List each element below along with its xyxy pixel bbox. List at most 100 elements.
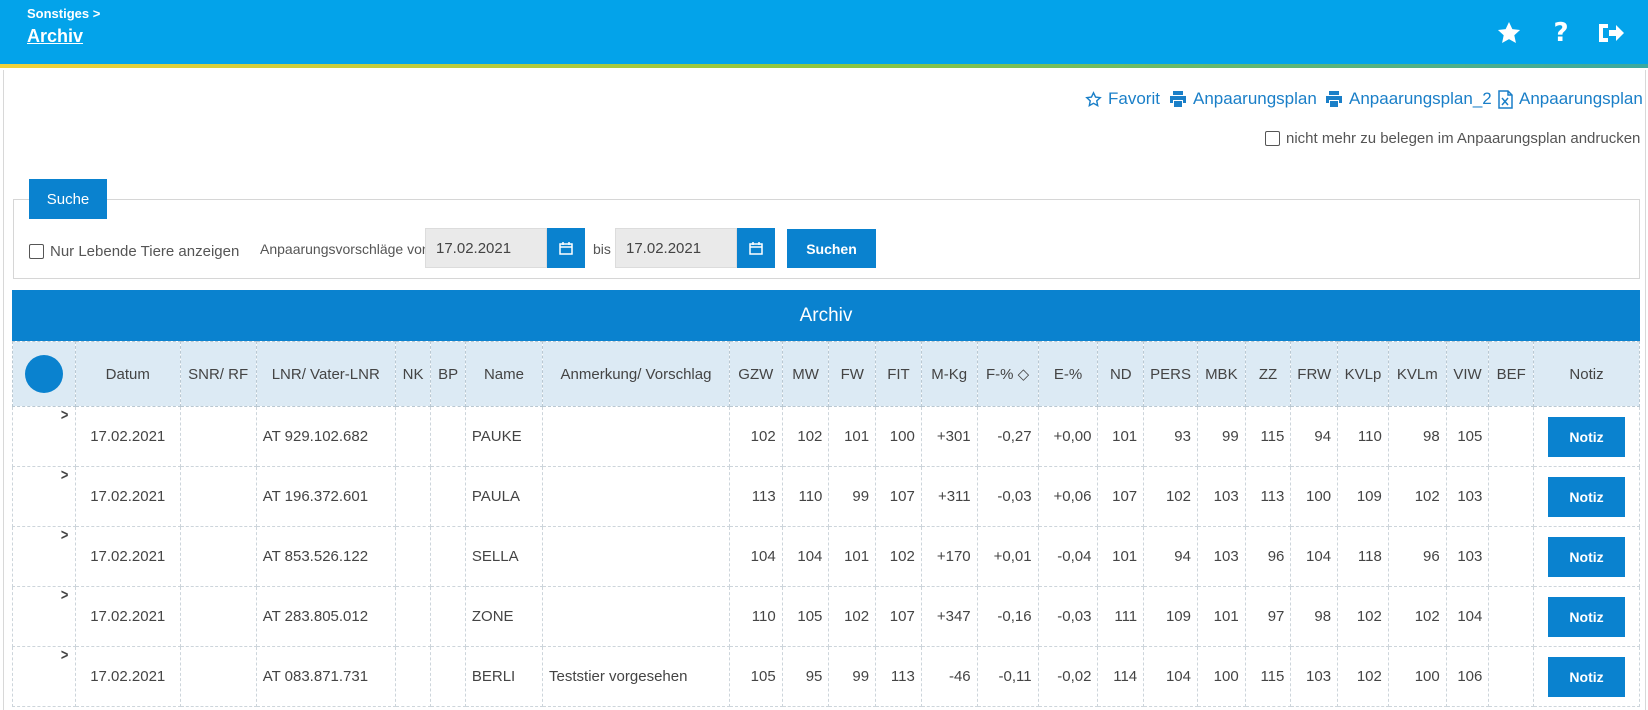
col-anmerkung[interactable]: Anmerkung/ Vorschlag <box>542 341 730 407</box>
cell-bef <box>1488 406 1535 467</box>
cell-bef <box>1488 646 1535 707</box>
notiz-button[interactable]: Notiz <box>1548 596 1626 637</box>
cell-viw: 106 <box>1445 646 1490 707</box>
help-icon[interactable]: ? <box>1546 18 1576 48</box>
cell-fit: 107 <box>875 466 922 527</box>
col-name[interactable]: Name <box>464 341 544 407</box>
cell-bef <box>1488 466 1535 527</box>
print-option-checkbox[interactable] <box>1265 131 1280 146</box>
col-datum[interactable]: Datum <box>74 341 181 407</box>
chevron-right-icon[interactable]: > <box>61 468 68 486</box>
anpaarungsplan-excel-link[interactable]: Anpaarungsplan <box>1498 88 1643 110</box>
cell-notiz: Notiz <box>1533 526 1640 587</box>
col-kvlm[interactable]: KVLm <box>1387 341 1447 407</box>
cell-fp: -0,03 <box>976 466 1039 527</box>
cell-frw: 94 <box>1290 406 1339 467</box>
notiz-button[interactable]: Notiz <box>1548 416 1626 457</box>
archive-table: Datum SNR/ RF LNR/ Vater-LNR NK BP Name … <box>12 341 1640 707</box>
select-all-button[interactable] <box>24 355 63 393</box>
cell-name: PAULA <box>464 466 544 527</box>
cell-gzw: 110 <box>728 586 783 647</box>
col-viw[interactable]: VIW <box>1445 341 1490 407</box>
chevron-right-icon[interactable]: > <box>61 648 68 666</box>
notiz-button[interactable]: Notiz <box>1548 476 1626 517</box>
cell-mbk: 100 <box>1196 646 1246 707</box>
col-ep[interactable]: E-% <box>1037 341 1099 407</box>
row-expand-cell: > <box>12 526 76 587</box>
cell-mkg: +301 <box>920 406 978 467</box>
col-zz[interactable]: ZZ <box>1244 341 1292 407</box>
col-mkg[interactable]: M-Kg <box>920 341 978 407</box>
star-icon[interactable] <box>1494 18 1524 48</box>
col-mw[interactable]: MW <box>781 341 830 407</box>
col-fp[interactable]: F-% ◇ <box>976 341 1039 407</box>
cell-zz: 115 <box>1244 406 1292 467</box>
cell-bp <box>430 406 466 467</box>
page-title[interactable]: Archiv <box>27 26 83 47</box>
cell-nk <box>394 406 432 467</box>
calendar-icon <box>749 242 763 255</box>
anpaarungsplan-excel-label: Anpaarungsplan <box>1519 89 1643 108</box>
row-expand-cell: > <box>12 586 76 647</box>
logout-icon[interactable] <box>1596 18 1626 48</box>
anpaarungsplan2-print-link[interactable]: Anpaarungsplan_2 <box>1325 88 1492 110</box>
col-nd[interactable]: ND <box>1097 341 1145 407</box>
cell-fp: -0,16 <box>976 586 1039 647</box>
col-bp[interactable]: BP <box>430 341 466 407</box>
cell-pers: 94 <box>1143 526 1198 587</box>
cell-pers: 104 <box>1143 646 1198 707</box>
col-pers[interactable]: PERS <box>1143 341 1198 407</box>
col-nk[interactable]: NK <box>394 341 432 407</box>
cell-datum: 17.02.2021 <box>74 406 181 467</box>
date-to-input[interactable]: 17.02.2021 <box>615 228 737 268</box>
cell-mw: 104 <box>781 526 830 587</box>
chevron-right-icon[interactable]: > <box>61 528 68 546</box>
search-button[interactable]: Suchen <box>787 229 876 268</box>
living-only-checkbox[interactable] <box>29 244 44 259</box>
col-frw[interactable]: FRW <box>1290 341 1339 407</box>
favorit-link[interactable]: Favorit <box>1085 88 1160 110</box>
table-title: Archiv <box>12 290 1640 341</box>
cell-frw: 98 <box>1290 586 1339 647</box>
cell-frw: 100 <box>1290 466 1339 527</box>
search-tab[interactable]: Suche <box>29 179 107 219</box>
cell-pers: 93 <box>1143 406 1198 467</box>
cell-lnr: AT 283.805.012 <box>255 586 396 647</box>
cell-name: SELLA <box>464 526 544 587</box>
calendar-to-button[interactable] <box>737 228 775 268</box>
col-fit[interactable]: FIT <box>875 341 922 407</box>
select-all-header <box>12 341 76 407</box>
calendar-from-button[interactable] <box>547 228 585 268</box>
col-bef[interactable]: BEF <box>1488 341 1535 407</box>
cell-name: ZONE <box>464 586 544 647</box>
cell-gzw: 105 <box>728 646 783 707</box>
cell-fp: -0,27 <box>976 406 1039 467</box>
cell-bp <box>430 646 466 707</box>
anpaarungsplan-print-link[interactable]: Anpaarungsplan <box>1169 88 1317 110</box>
cell-mkg: +347 <box>920 586 978 647</box>
chevron-right-icon[interactable]: > <box>61 588 68 606</box>
cell-viw: 103 <box>1445 466 1490 527</box>
breadcrumb[interactable]: Sonstiges > <box>27 6 100 21</box>
col-lnr[interactable]: LNR/ Vater-LNR <box>255 341 396 407</box>
cell-fw: 101 <box>828 526 877 587</box>
cell-zz: 97 <box>1244 586 1292 647</box>
cell-anmerkung: Teststier vorgesehen <box>542 646 730 707</box>
cell-zz: 115 <box>1244 646 1292 707</box>
print-option-row: nicht mehr zu belegen im Anpaarungsplan … <box>1265 130 1640 147</box>
col-fw[interactable]: FW <box>828 341 877 407</box>
col-mbk[interactable]: MBK <box>1196 341 1246 407</box>
col-kvlp[interactable]: KVLp <box>1337 341 1389 407</box>
cell-snr <box>179 526 257 587</box>
col-gzw[interactable]: GZW <box>728 341 783 407</box>
cell-nd: 111 <box>1097 586 1145 647</box>
notiz-button[interactable]: Notiz <box>1548 536 1626 577</box>
notiz-button[interactable]: Notiz <box>1548 656 1626 697</box>
chevron-right-icon[interactable]: > <box>61 408 68 426</box>
col-notiz[interactable]: Notiz <box>1533 341 1640 407</box>
cell-fw: 102 <box>828 586 877 647</box>
date-from-input[interactable]: 17.02.2021 <box>425 228 547 268</box>
col-snr[interactable]: SNR/ RF <box>179 341 257 407</box>
cell-anmerkung <box>542 466 730 527</box>
excel-file-icon <box>1498 89 1513 109</box>
